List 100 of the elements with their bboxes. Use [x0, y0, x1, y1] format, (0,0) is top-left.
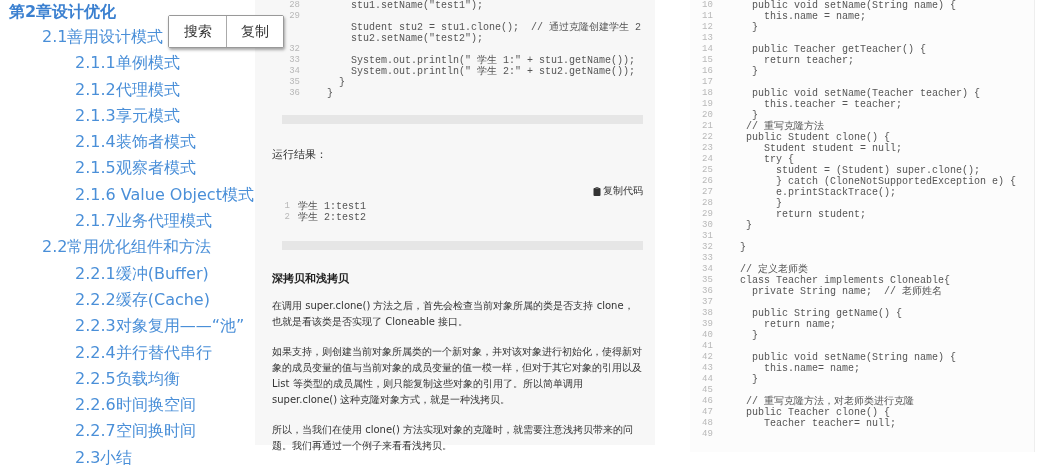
- line-number: 19: [702, 99, 714, 110]
- line-number: 36: [288, 88, 301, 99]
- line-number: 29: [288, 11, 301, 22]
- section-link[interactable]: 2.2.4并行替代串行: [75, 339, 212, 366]
- line-number: 32: [702, 242, 714, 253]
- section-link[interactable]: 2.1善用设计模式: [42, 24, 164, 51]
- code-line: public Student clone() {: [745, 132, 891, 143]
- line-number: 41: [702, 341, 714, 352]
- line-number: 11: [702, 11, 714, 22]
- code-line: class Teacher implements Cloneable{: [740, 275, 951, 286]
- code-line: student = (Student) super.clone();: [775, 165, 981, 176]
- code-line: try {: [763, 154, 794, 165]
- line-number: 25: [702, 165, 714, 176]
- line-number: 22: [702, 132, 714, 143]
- section-link[interactable]: 2.1.2代理模式: [75, 76, 180, 103]
- code-line: stu1.setName("test1");: [350, 0, 484, 11]
- line-number: 40: [702, 330, 714, 341]
- code-line: System.out.println(" 学生 1:" + stu1.getName());: [350, 55, 636, 66]
- line-number: 28: [702, 198, 714, 209]
- code-line: e.printStackTrace();: [775, 187, 897, 198]
- section-link[interactable]: 2.2.5负载均衡: [75, 365, 180, 393]
- code-line: Teacher teacher= null;: [763, 418, 897, 429]
- code-line: return name;: [763, 319, 836, 330]
- line-number: 31: [702, 231, 714, 242]
- section-link[interactable]: 2.1.7业务代理模式: [75, 208, 212, 235]
- code-line: public void setName(String name) {: [751, 352, 957, 363]
- result-label: 运行结果：: [272, 148, 328, 162]
- section-link[interactable]: 2.2.2缓存(Cache): [75, 286, 210, 314]
- line-number: 38: [702, 308, 714, 319]
- paragraph: 如果支持，则创建当前对象所属类的一个新对象，并对该对象进行初始化，使得新对象的成员变量的值与当前对象的成员变量的值一模一样，但对于其它对象的引用以及 List 等类型的成员属性，则只能复制这些对象的引用了。所以简单调用 super.clone() 这种克隆对象方式，就是一种浅拷贝。: [272, 345, 643, 407]
- line-number: 10: [702, 0, 714, 11]
- code-line: this.teacher = teacher;: [764, 99, 903, 110]
- section-link[interactable]: 2.1.6 Value Object模式: [75, 181, 254, 209]
- section-link[interactable]: 2.1.3享元模式: [75, 102, 180, 130]
- code-line: Student student = null;: [763, 143, 903, 154]
- code-line: }: [775, 198, 782, 209]
- code-line: }: [740, 242, 746, 253]
- code-line: return student;: [775, 209, 867, 220]
- section-link[interactable]: 2.1.1单例模式: [75, 50, 180, 77]
- line-number: 45: [702, 385, 714, 396]
- section-link[interactable]: 2.2.3对象复用——“池”: [75, 313, 245, 340]
- section-link[interactable]: 2.2.1缓冲(Buffer): [75, 260, 209, 287]
- copy-button[interactable]: 复制: [226, 16, 283, 47]
- line-number: 13: [702, 33, 714, 44]
- code-line: System.out.println(" 学生 2:" + stu2.getName());: [350, 66, 636, 77]
- paragraph: 所以，当我们在使用 clone() 方法实现对象的克隆时，就需要注意浅拷贝带来的问题。我们再通过一个例子来看看浅拷贝。: [272, 423, 635, 453]
- paragraph: 在调用 super.clone() 方法之后，首先会检查当前对象所属的类是否支持 clone，也就是看该类是否实现了 Cloneable 接口。: [272, 299, 635, 329]
- code-line: }: [751, 374, 758, 385]
- code-line: public String getName() {: [751, 308, 903, 319]
- code-line: } catch (CloneNotSupportedException e) {: [775, 176, 1017, 187]
- code-line: stu2.setName("test2");: [350, 33, 484, 44]
- line-number: 29: [702, 209, 714, 220]
- section-link[interactable]: 2.2.6时间换空间: [75, 392, 196, 419]
- code-line: }: [751, 330, 758, 341]
- line-number: 36: [702, 286, 714, 297]
- line-number: 26: [702, 176, 714, 187]
- line-number: 16: [702, 66, 714, 77]
- line-number: 33: [288, 55, 301, 66]
- line-number: 42: [702, 352, 714, 363]
- code-line: public Teacher getTeacher() {: [751, 44, 927, 55]
- code-line: return teacher;: [763, 55, 855, 66]
- line-number: 37: [702, 297, 714, 308]
- code-line: // 定义老师类: [740, 264, 808, 275]
- line-number: 33: [702, 253, 714, 264]
- code-line: Student stu2 = stu1.clone(); // 通过克隆创建学生 2: [350, 22, 642, 33]
- search-button[interactable]: 搜索: [169, 16, 226, 47]
- section-link[interactable]: 2.2.7空间换时间: [75, 418, 196, 445]
- section-heading: 深拷贝和浅拷贝: [272, 271, 350, 286]
- section-link[interactable]: 2.3小结: [75, 444, 133, 468]
- code-line: // 重写克隆方法: [745, 121, 824, 132]
- code-line: public void setName(Teacher teacher) {: [751, 88, 981, 99]
- code-line: this.name = name;: [764, 11, 867, 22]
- line-number: 34: [702, 264, 714, 275]
- line-number: 30: [702, 220, 714, 231]
- line-number: 46: [702, 396, 714, 407]
- line-number: 43: [702, 363, 714, 374]
- line-number: 1: [283, 201, 291, 212]
- line-number: 49: [702, 429, 714, 440]
- code-line: this.name= name;: [764, 363, 861, 374]
- chapter-link[interactable]: 第2章设计优化: [9, 0, 117, 24]
- code-line: public void setName(String name) {: [751, 0, 957, 11]
- code-line: }: [327, 88, 333, 99]
- section-link[interactable]: 2.1.4装饰者模式: [75, 129, 196, 156]
- code-line: 学生 2:test2: [298, 212, 366, 223]
- line-number: 32: [288, 44, 301, 55]
- line-number: 15: [702, 55, 714, 66]
- line-number: 34: [288, 66, 301, 77]
- copy-code-link[interactable]: 复制代码: [593, 184, 643, 198]
- code-line: }: [745, 220, 752, 231]
- section-link[interactable]: 2.2常用优化组件和方法: [42, 234, 212, 261]
- code-line: public Teacher clone() {: [745, 407, 891, 418]
- section-link[interactable]: 2.1.5观察者模式: [75, 155, 196, 182]
- line-number: 14: [702, 44, 714, 55]
- line-number: 23: [702, 143, 714, 154]
- code-line: private String name; // 老师姓名: [751, 286, 943, 297]
- code-line: }: [751, 22, 758, 33]
- line-number: 12: [702, 22, 714, 33]
- code-line: 学生 1:test1: [298, 201, 366, 212]
- line-number: 28: [288, 0, 301, 11]
- line-number: 39: [702, 319, 714, 330]
